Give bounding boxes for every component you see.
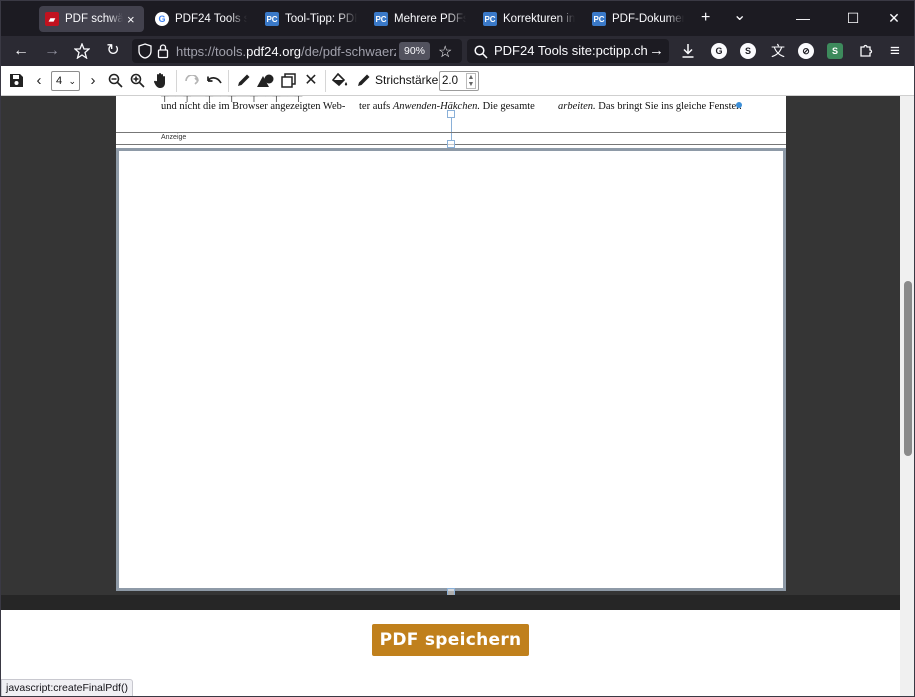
close-tab-icon[interactable]: × xyxy=(127,12,135,27)
block-icon[interactable]: ⊘ xyxy=(798,43,814,59)
ad-label: Anzeige xyxy=(161,134,187,141)
extension-grammar-icon[interactable]: G xyxy=(711,43,727,59)
navigation-bar: ← → ↻ https://tools.pdf24.org/de/pdf-sch… xyxy=(1,36,914,66)
zoom-out-icon[interactable] xyxy=(105,71,125,91)
search-go-button[interactable]: → xyxy=(649,39,664,63)
save-icon[interactable] xyxy=(6,71,26,91)
tab-title: Korrekturen in xyxy=(503,13,575,25)
stroke-width-input[interactable]: 2.0 ▲ ▼ xyxy=(439,71,479,91)
fill-color-icon[interactable] xyxy=(330,71,350,91)
text-column-2-italic: Anwenden-Häkchen. xyxy=(392,101,481,112)
toolbar-divider xyxy=(228,70,229,92)
status-link-preview: javascript:createFinalPdf() xyxy=(1,679,133,696)
tab-title: Mehrere PDFs xyxy=(394,13,466,25)
pctipp-icon: PC xyxy=(592,12,606,26)
resize-handle[interactable] xyxy=(447,110,455,118)
pdf-editor-toolbar: ‹ 4 ⌄ › ✕ Strichstärke 2.0 ▲ ▼ xyxy=(1,66,914,96)
new-tab-button[interactable]: + xyxy=(701,9,710,27)
delete-icon[interactable]: ✕ xyxy=(301,71,321,91)
scrollbar-thumb[interactable] xyxy=(904,281,912,456)
tab-title: PDF-Dokumente xyxy=(612,13,684,25)
toolbar-divider xyxy=(176,70,177,92)
page-value: 4 xyxy=(56,75,63,87)
pctipp-icon: PC xyxy=(374,12,388,26)
tab-strip: ▰ PDF schwärzen × G PDF24 Tools site:pct… xyxy=(1,1,914,36)
url-bar[interactable]: https://tools.pdf24.org/de/pdf-schwaerze… xyxy=(132,39,462,63)
extension-s-icon[interactable]: S xyxy=(740,43,756,59)
reload-button[interactable]: ↻ xyxy=(101,39,125,63)
resize-handle-top[interactable] xyxy=(447,140,455,148)
search-text: PDF24 Tools site:pctipp.ch xyxy=(494,43,648,58)
search-bar[interactable]: PDF24 Tools site:pctipp.ch → xyxy=(467,39,669,63)
shapes-icon[interactable] xyxy=(255,71,275,91)
downloads-icon[interactable] xyxy=(676,39,700,63)
tab-title: PDF24 Tools site:pctipp.ch xyxy=(175,13,247,25)
tab-title: PDF schwärzen xyxy=(65,13,123,25)
shield-icon[interactable] xyxy=(138,43,152,62)
hand-pan-icon[interactable] xyxy=(151,71,171,91)
google-icon: G xyxy=(155,12,169,26)
text-column-2-suffix: Die gesamte xyxy=(480,101,535,112)
redo-icon[interactable] xyxy=(181,71,201,91)
bookmark-star-icon[interactable]: ☆ xyxy=(438,42,452,62)
translate-icon[interactable]: 文 xyxy=(766,39,790,63)
text-column-3-suffix: Das bringt Sie ins gleiche Fenster. xyxy=(595,101,742,112)
pctipp-icon: PC xyxy=(265,12,279,26)
close-window-button[interactable]: ✕ xyxy=(874,6,914,30)
tab-pdf-schwaerzen[interactable]: ▰ PDF schwärzen × xyxy=(39,6,144,32)
minimize-button[interactable]: — xyxy=(783,6,823,30)
menu-icon[interactable]: ≡ xyxy=(883,39,907,63)
text-column-2-prefix: ter aufs xyxy=(359,101,393,112)
zoom-in-icon[interactable] xyxy=(127,71,147,91)
action-area: PDF speichern xyxy=(1,610,900,696)
marker-dot xyxy=(736,102,742,108)
tab-title: Tool-Tipp: PDF xyxy=(285,13,357,25)
pdf-viewer: ┬──┬──┬──┬──┬──┬──┬ und nicht die im Bro… xyxy=(1,96,900,610)
text-column-3-italic: arbeiten. xyxy=(558,101,596,112)
tab-pdf24-google[interactable]: G PDF24 Tools site:pctipp.ch xyxy=(149,6,253,32)
viewer-bottom-edge xyxy=(1,595,900,610)
browser-window: ▰ PDF schwärzen × G PDF24 Tools site:pct… xyxy=(0,0,915,697)
pctipp-icon: PC xyxy=(483,12,497,26)
url-text[interactable]: https://tools.pdf24.org/de/pdf-schwaerze… xyxy=(176,44,396,59)
text-column-1: und nicht die im Browser angezeigten Web… xyxy=(161,101,346,112)
maximize-button[interactable]: ☐ xyxy=(833,6,873,30)
text-column-3: arbeiten. Das bringt Sie ins gleiche Fen… xyxy=(558,100,742,113)
stepper-icon[interactable]: ▲ ▼ xyxy=(466,73,476,89)
search-icon xyxy=(474,43,488,67)
divider-line xyxy=(116,132,786,133)
tab-tool-tipp[interactable]: PC Tool-Tipp: PDF xyxy=(259,6,363,32)
tab-korrekturen[interactable]: PC Korrekturen in xyxy=(477,6,581,32)
toolbar-divider xyxy=(325,70,326,92)
selection-guide xyxy=(451,118,452,140)
forward-button[interactable]: → xyxy=(40,39,64,63)
library-icon[interactable] xyxy=(70,39,94,63)
next-page-icon[interactable]: › xyxy=(83,71,103,91)
tab-mehrere-pdfs[interactable]: PC Mehrere PDFs xyxy=(368,6,472,32)
url-host: pdf24.org xyxy=(246,43,302,59)
extension-green-s-icon[interactable]: S xyxy=(827,43,843,59)
stroke-width-label: Strichstärke xyxy=(375,73,439,87)
stroke-width-value: 2.0 xyxy=(442,75,458,87)
undo-icon[interactable] xyxy=(204,71,224,91)
zoom-level-badge[interactable]: 90% xyxy=(399,42,431,60)
url-prefix: https://tools. xyxy=(176,43,247,59)
list-all-tabs-button[interactable]: ⌄ xyxy=(733,5,746,25)
url-path: /de/pdf-schwaerzen xyxy=(301,43,396,59)
page-select[interactable]: 4 ⌄ xyxy=(51,71,80,91)
pdf24-icon: ▰ xyxy=(45,12,59,26)
redaction-rectangle[interactable] xyxy=(119,151,783,588)
pencil-icon[interactable] xyxy=(233,71,253,91)
extensions-puzzle-icon[interactable] xyxy=(854,39,878,63)
stroke-pencil-icon[interactable] xyxy=(353,71,373,91)
back-button[interactable]: ← xyxy=(9,39,33,63)
tab-pdf-dokumente[interactable]: PC PDF-Dokumente xyxy=(586,6,690,32)
select-rectangle-icon[interactable] xyxy=(278,71,298,91)
previous-page-icon[interactable]: ‹ xyxy=(29,71,49,91)
save-pdf-button[interactable]: PDF speichern xyxy=(372,624,529,656)
chevron-down-icon: ⌄ xyxy=(68,76,76,86)
lock-icon[interactable] xyxy=(157,43,169,62)
